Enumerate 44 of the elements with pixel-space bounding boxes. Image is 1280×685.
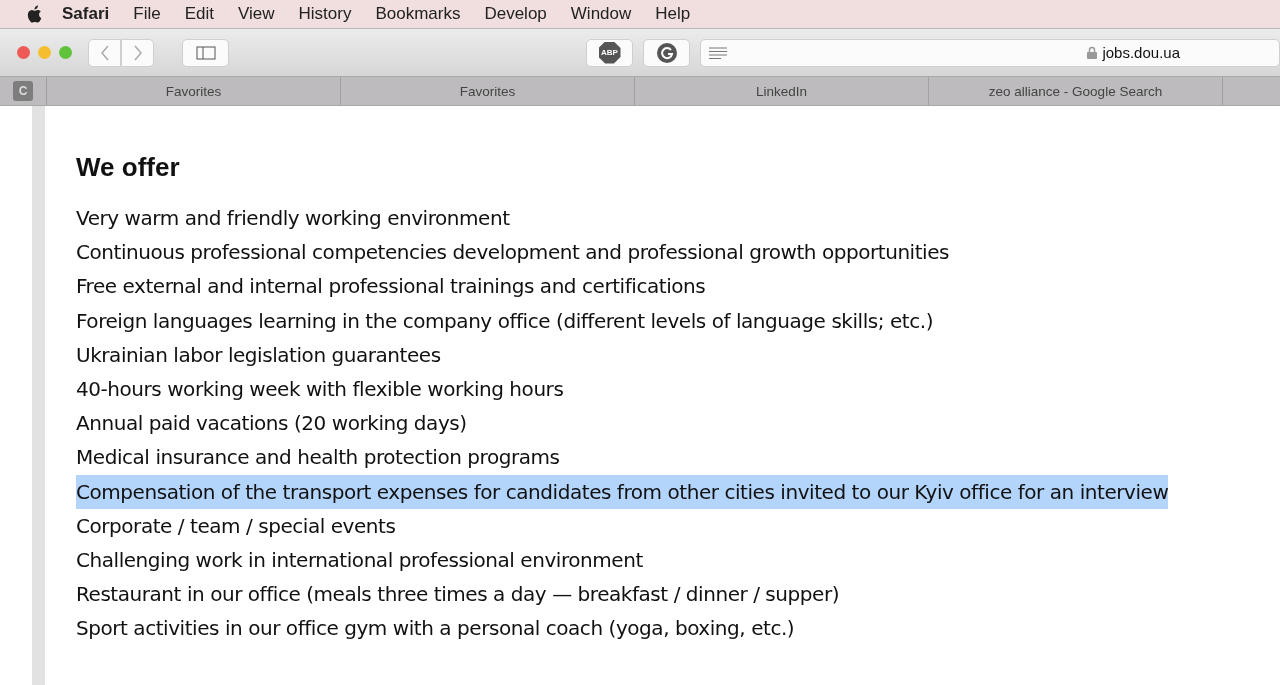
- chevron-left-icon: [99, 44, 110, 61]
- sidebar-icon: [195, 45, 216, 60]
- menu-item[interactable]: History: [286, 4, 364, 24]
- section-heading: We offer: [76, 152, 181, 183]
- benefit-line: Continuous professional competencies development and professional growth opportunities: [76, 239, 950, 267]
- menu-item[interactable]: Window: [558, 4, 644, 24]
- site-icon: C: [13, 81, 33, 101]
- menu-item[interactable]: Edit: [172, 4, 226, 24]
- benefit-line: Medical insurance and health protection programs: [76, 444, 560, 472]
- benefit-line: 40-hours working week with flexible working hours: [76, 376, 564, 403]
- lock-icon: [1087, 46, 1098, 59]
- grammarly-button[interactable]: [643, 38, 690, 67]
- browser-tab[interactable]: LinkedIn: [635, 77, 929, 105]
- app-menu[interactable]: Safari: [44, 4, 122, 24]
- benefit-line: Ukrainian labor legislation guarantees: [76, 341, 441, 369]
- chevron-right-icon: [132, 44, 143, 61]
- sidebar-button[interactable]: [182, 38, 229, 67]
- apple-logo-icon[interactable]: [26, 4, 44, 24]
- browser-tab[interactable]: zeo alliance - Google Search: [929, 77, 1223, 105]
- url-text: jobs.dou.ua: [1102, 44, 1180, 61]
- adblock-button[interactable]: ABP: [586, 38, 633, 67]
- browser-tab[interactable]: Favorites: [341, 77, 635, 105]
- menu-item[interactable]: Bookmarks: [363, 4, 473, 24]
- benefit-line: Corporate / team / special events: [76, 512, 396, 540]
- menu-item[interactable]: View: [225, 4, 287, 24]
- minimize-button[interactable]: [38, 46, 51, 59]
- benefit-line: Sport activities in our office gym with a personal coach (yoga, boxing, etc.): [76, 615, 795, 643]
- address-bar[interactable]: jobs.dou.ua: [700, 38, 1280, 67]
- benefit-line: Challenging work in international professional environment: [76, 547, 643, 575]
- benefit-line: Foreign languages learning in the company office (different levels of language skills; etc.): [76, 307, 934, 335]
- menu-item[interactable]: Develop: [472, 4, 559, 24]
- browser-tab[interactable]: Favorites: [47, 77, 341, 105]
- reader-icon[interactable]: [709, 46, 727, 59]
- close-button[interactable]: [17, 46, 30, 59]
- benefit-line: Free external and internal professional trainings and certifications: [76, 273, 706, 301]
- zoom-button[interactable]: [59, 46, 72, 59]
- benefit-line: Very warm and friendly working environment: [76, 205, 510, 232]
- benefit-line: Annual paid vacations (20 working days): [76, 410, 467, 438]
- back-button[interactable]: [88, 38, 121, 67]
- benefit-line: Restaurant in our office (meals three times a day — breakfast / dinner / supper): [76, 581, 840, 609]
- adblock-icon: ABP: [598, 41, 621, 64]
- menu-item[interactable]: Help: [643, 4, 703, 24]
- menu-item[interactable]: File: [121, 4, 173, 24]
- forward-button[interactable]: [121, 38, 154, 67]
